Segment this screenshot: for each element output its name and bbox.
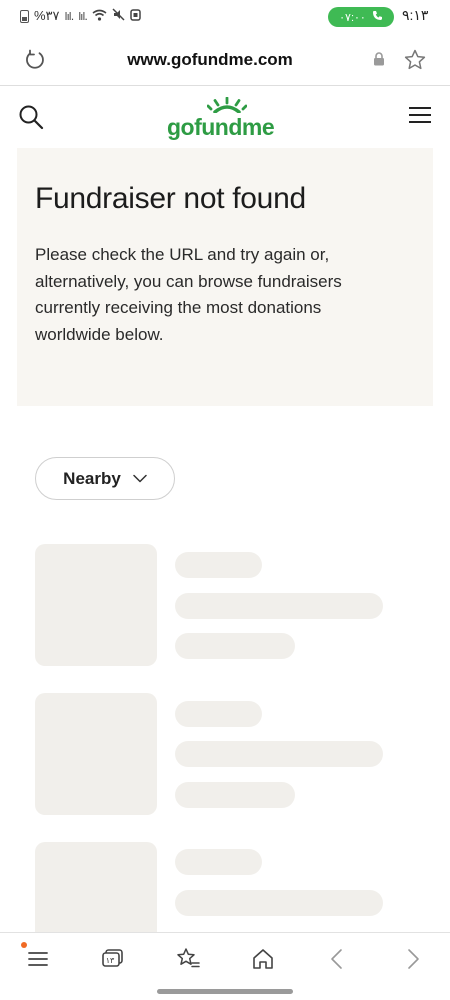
hamburger-menu-icon[interactable]	[409, 107, 431, 125]
bookmark-star-icon[interactable]	[403, 48, 427, 72]
loading-placeholder-line	[175, 633, 295, 659]
loading-placeholder-line	[175, 890, 383, 916]
loading-placeholder-line	[175, 741, 383, 767]
ongoing-call-pill[interactable]: ۰۷:۰۰	[328, 7, 394, 27]
call-timer: ۰۷:۰۰	[339, 11, 366, 24]
back-icon[interactable]	[324, 947, 350, 971]
gofundme-logo[interactable]: gofundme	[167, 97, 287, 141]
page-title: Fundraiser not found	[35, 182, 306, 215]
browser-page: %۳۷ lıl. lıl. ۰۷:۰۰ ۹:۱۳ www.gofundme.co…	[0, 0, 450, 1000]
logo-sun-icon	[207, 97, 247, 113]
loading-placeholder-image	[35, 842, 157, 932]
phone-icon	[372, 10, 383, 24]
clock: ۹:۱۳	[402, 7, 429, 23]
tab-count: ۱۳	[105, 956, 115, 965]
tabs-icon[interactable]: ۱۳	[101, 947, 125, 971]
home-icon[interactable]	[250, 947, 276, 971]
nearby-label: Nearby	[63, 468, 121, 488]
signal-icon: lıl.	[64, 9, 75, 23]
battery-icon	[20, 9, 29, 23]
loading-placeholder-image	[35, 544, 157, 666]
battery-percent: %۳۷	[34, 8, 60, 23]
status-icons: %۳۷ lıl. lıl.	[20, 8, 141, 24]
logo-text: gofundme	[167, 114, 275, 140]
site-header: gofundme	[0, 86, 450, 148]
url-field[interactable]: www.gofundme.com	[0, 50, 420, 70]
favorites-icon[interactable]	[175, 947, 201, 971]
not-found-card: Fundraiser not found Please check the UR…	[17, 148, 433, 406]
mute-icon	[112, 8, 125, 24]
loading-placeholder-line	[175, 849, 262, 875]
home-indicator[interactable]	[157, 989, 293, 994]
status-bar: %۳۷ lıl. lıl. ۰۷:۰۰ ۹:۱۳	[0, 0, 450, 34]
search-icon[interactable]	[18, 104, 44, 130]
not-found-message: Please check the URL and try again or, a…	[35, 245, 342, 344]
menu-icon[interactable]	[25, 947, 51, 971]
address-bar: www.gofundme.com	[0, 34, 450, 86]
loading-placeholder-image	[35, 693, 157, 815]
loading-placeholder-line	[175, 782, 295, 808]
lock-icon[interactable]	[373, 52, 385, 66]
alarm-icon	[130, 8, 141, 24]
nearby-filter-button[interactable]: Nearby	[35, 457, 175, 500]
loading-placeholder-line	[175, 593, 383, 619]
loading-placeholder-line	[175, 552, 262, 578]
forward-icon[interactable]	[400, 947, 426, 971]
wifi-icon	[92, 9, 107, 24]
chevron-down-icon	[133, 474, 147, 483]
loading-placeholder-line	[175, 701, 262, 727]
signal-icon-2: lıl.	[78, 9, 88, 23]
